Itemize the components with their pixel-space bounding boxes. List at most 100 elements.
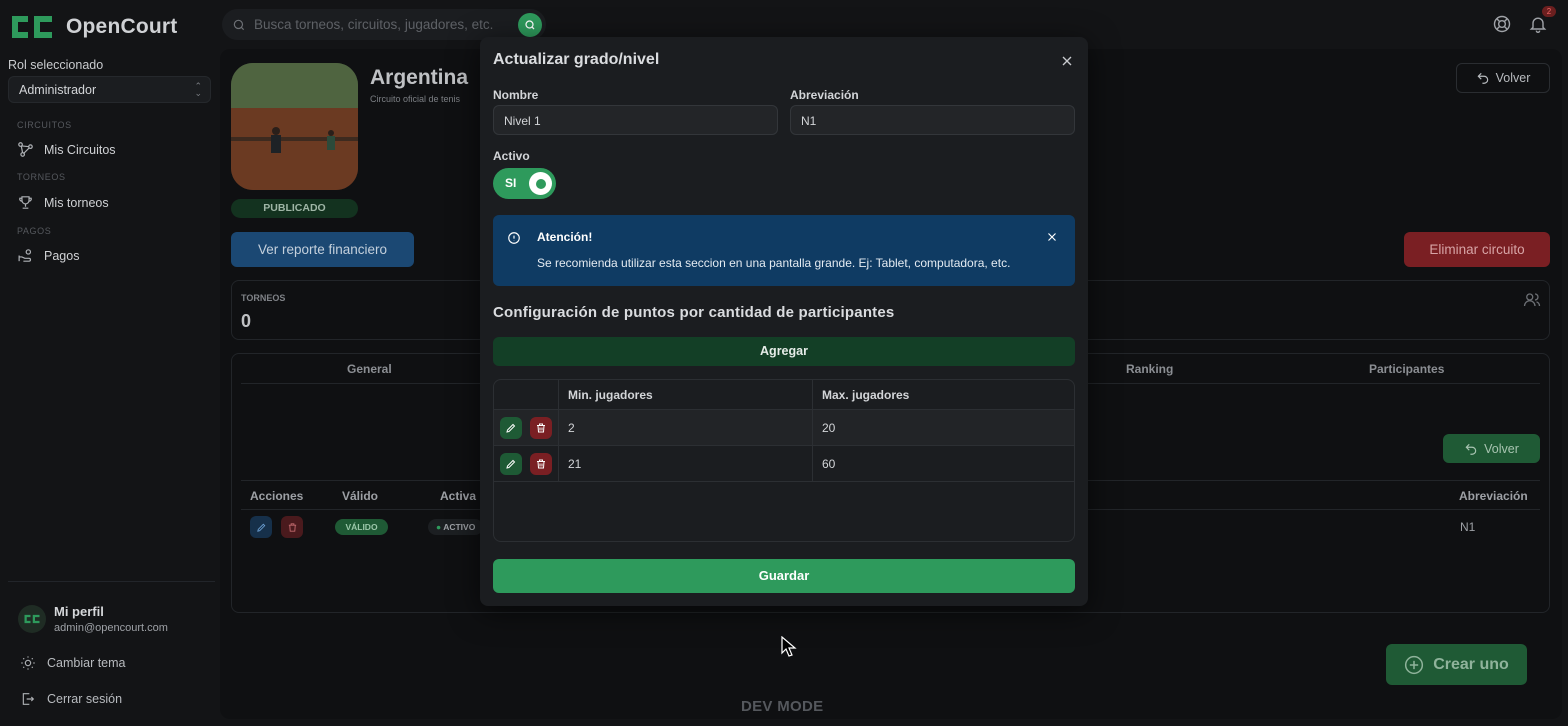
- trash-icon: [537, 459, 545, 469]
- circuit-subtitle: Circuito oficial de tenis: [370, 94, 461, 104]
- change-theme-label: Cambiar tema: [47, 656, 126, 670]
- delete-button[interactable]: [530, 453, 552, 475]
- back-button-label: Volver: [1484, 441, 1519, 456]
- back-button-label: Volver: [1495, 71, 1531, 85]
- logout-label: Cerrar sesión: [47, 692, 123, 706]
- sidebar-item-label: Pagos: [44, 248, 80, 263]
- network-icon: [18, 142, 33, 157]
- change-theme-button[interactable]: Cambiar tema: [20, 655, 126, 671]
- alert-title: Atención!: [537, 230, 593, 244]
- th-abbreviation: Abreviación: [1459, 489, 1528, 503]
- sun-icon: [21, 656, 35, 670]
- create-button-label: Crear uno: [1433, 655, 1509, 673]
- pencil-icon: [506, 423, 516, 433]
- attention-alert: Atención! Se recomienda utilizar esta se…: [493, 215, 1075, 286]
- search-icon: [233, 19, 245, 30]
- chevron-updown-icon: ⌃ ⌄: [194, 81, 202, 98]
- delete-button[interactable]: [530, 417, 552, 439]
- stat-value: 0: [241, 311, 252, 331]
- trash-icon: [537, 423, 545, 433]
- add-button[interactable]: Agregar: [493, 337, 1075, 366]
- logout-icon: [22, 693, 35, 705]
- sidebar: OpenCourt Rol seleccionado Administrador…: [0, 0, 220, 726]
- sidebar-item-pagos[interactable]: Pagos: [17, 247, 79, 264]
- th-active: Activa: [440, 489, 477, 503]
- active-badge: ● ACTIVO: [428, 519, 483, 535]
- opencourt-logo-icon: [24, 614, 40, 624]
- global-search[interactable]: Busca torneos, circuitos, jugadores, etc…: [222, 9, 546, 40]
- role-select-value: Administrador: [19, 83, 97, 97]
- modal-title: Actualizar grado/nivel: [493, 51, 660, 68]
- trash-icon: [288, 522, 296, 532]
- th-max-players: Max. jugadores: [822, 388, 910, 402]
- profile[interactable]: Mi perfil admin@opencourt.com: [18, 604, 168, 634]
- table-row: 21 60: [494, 446, 1074, 482]
- create-button[interactable]: Crear uno: [1386, 644, 1527, 685]
- toggle-knob: [529, 172, 552, 195]
- edit-button[interactable]: [250, 516, 272, 538]
- pencil-icon: [256, 523, 265, 532]
- circuit-cover-image: [231, 63, 358, 190]
- name-input[interactable]: Nivel 1: [493, 105, 778, 135]
- tab-participantes[interactable]: Participantes: [1369, 362, 1444, 376]
- sidebar-item-torneos[interactable]: Mis torneos: [17, 194, 109, 211]
- column-divider: [558, 380, 559, 481]
- section-title-pagos: PAGOS: [17, 226, 52, 236]
- abbreviation-cell: N1: [1460, 520, 1476, 534]
- avatar: [18, 605, 46, 633]
- logout-button[interactable]: Cerrar sesión: [20, 691, 122, 707]
- financial-report-button[interactable]: Ver reporte financiero: [231, 232, 414, 267]
- section-title-circuitos: CIRCUITOS: [17, 120, 72, 130]
- profile-name: Mi perfil: [54, 604, 104, 619]
- stat-label: TORNEOS: [241, 293, 286, 303]
- back-button[interactable]: Volver: [1456, 63, 1550, 93]
- th-min-players: Min. jugadores: [568, 388, 653, 402]
- opencourt-logo-icon: [12, 16, 52, 38]
- alert-message: Se recomienda utilizar esta seccion en u…: [537, 256, 1011, 270]
- edit-button[interactable]: [500, 453, 522, 475]
- active-label: Activo: [493, 149, 530, 163]
- search-submit-button[interactable]: [518, 12, 542, 37]
- undo-arrow-icon: [1477, 72, 1488, 84]
- tab-general[interactable]: General: [347, 362, 392, 376]
- mouse-cursor-icon: [781, 636, 797, 657]
- tab-ranking[interactable]: Ranking: [1126, 362, 1173, 376]
- info-icon: [508, 232, 520, 244]
- search-input[interactable]: Busca torneos, circuitos, jugadores, etc…: [254, 17, 510, 32]
- role-select[interactable]: Administrador ⌃ ⌄: [8, 76, 211, 103]
- sidebar-divider: [8, 581, 215, 582]
- name-label: Nombre: [493, 88, 539, 102]
- tennis-court-photo: [231, 63, 358, 190]
- role-label: Rol seleccionado: [8, 58, 104, 72]
- undo-arrow-icon: [1465, 443, 1477, 455]
- active-toggle[interactable]: SI: [493, 168, 556, 199]
- min-players-cell: 2: [568, 421, 575, 435]
- max-players-cell: 20: [822, 421, 836, 435]
- delete-button[interactable]: [281, 516, 303, 538]
- points-table-header: Min. jugadores Max. jugadores: [494, 380, 1074, 410]
- close-icon[interactable]: [1059, 53, 1075, 69]
- sidebar-item-circuitos[interactable]: Mis Circuitos: [17, 141, 116, 158]
- back-button-secondary[interactable]: Volver: [1443, 434, 1540, 463]
- points-config-heading: Configuración de puntos por cantidad de …: [493, 304, 895, 321]
- edit-button[interactable]: [500, 417, 522, 439]
- app-logo[interactable]: OpenCourt: [8, 12, 177, 42]
- circuit-title: Argentina: [370, 66, 469, 89]
- abbreviation-input[interactable]: N1: [790, 105, 1075, 135]
- dev-mode-label: DEV MODE: [741, 698, 824, 715]
- users-icon: [1523, 293, 1541, 307]
- close-icon[interactable]: [1045, 230, 1059, 244]
- sidebar-item-label: Mis torneos: [44, 195, 109, 210]
- valid-badge: VÁLIDO: [335, 519, 388, 535]
- delete-circuit-button[interactable]: Eliminar circuito: [1404, 232, 1550, 267]
- max-players-cell: 60: [822, 457, 836, 471]
- help-lifebuoy-icon[interactable]: [1492, 14, 1512, 34]
- bell-icon[interactable]: [1528, 14, 1548, 34]
- table-row: 2 20: [494, 410, 1074, 446]
- status-badge: PUBLICADO: [231, 199, 358, 218]
- pencil-icon: [506, 459, 516, 469]
- toggle-label: SI: [505, 176, 517, 190]
- app-name: OpenCourt: [66, 15, 178, 38]
- points-table: Min. jugadores Max. jugadores 2 20 21 60: [493, 379, 1075, 542]
- save-button[interactable]: Guardar: [493, 559, 1075, 593]
